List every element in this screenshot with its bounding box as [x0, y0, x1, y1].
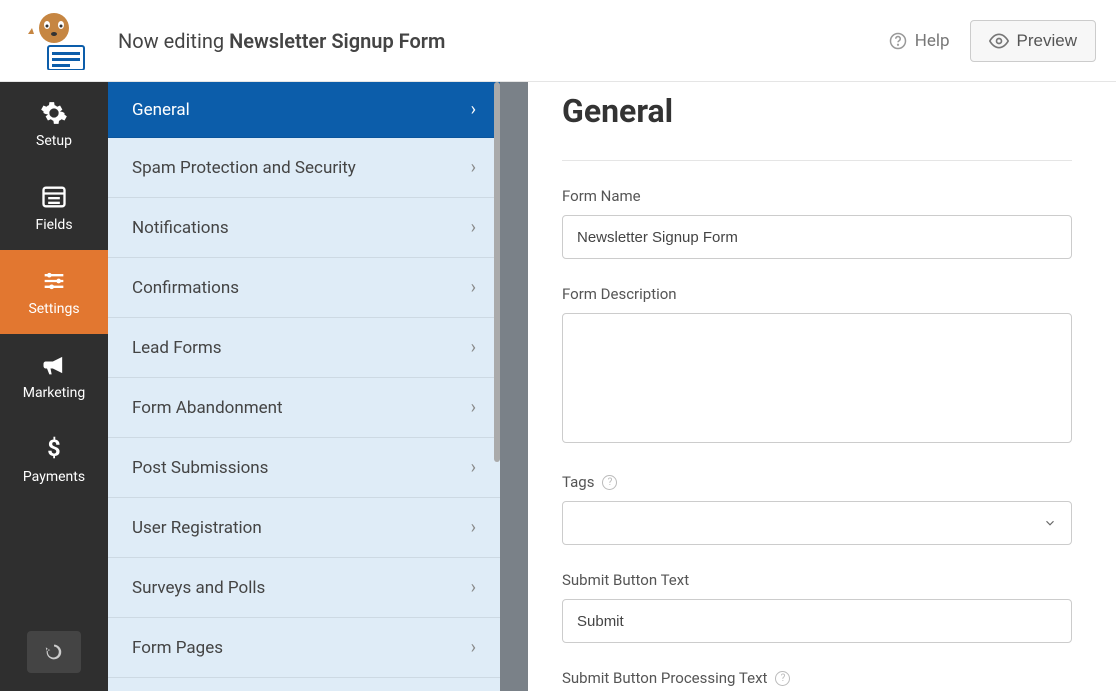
sub-item-label: Lead Forms	[132, 338, 222, 358]
help-tooltip-icon[interactable]: ?	[602, 475, 617, 490]
submit-button-processing-label: Submit Button Processing Text	[562, 669, 767, 687]
list-icon	[40, 183, 68, 211]
sub-item-label: General	[132, 100, 190, 120]
sub-item-label: Post Submissions	[132, 458, 268, 478]
chevron-right-icon: ›	[471, 277, 476, 298]
sub-item-user-registration[interactable]: User Registration ›	[108, 498, 500, 558]
sidebar-label: Payments	[23, 469, 85, 485]
chevron-right-icon: ›	[471, 99, 476, 120]
sidebar-label: Fields	[35, 217, 72, 233]
sub-item-notifications[interactable]: Notifications ›	[108, 198, 500, 258]
sub-item-form-pages[interactable]: Form Pages ›	[108, 618, 500, 678]
sub-item-general[interactable]: General ›	[108, 82, 500, 138]
chevron-right-icon: ›	[471, 157, 476, 178]
tags-label: Tags	[562, 473, 594, 491]
main-content: General Form Name Form Description Tags …	[528, 82, 1116, 691]
form-title: Newsletter Signup Form	[229, 29, 445, 53]
sub-item-label: Spam Protection and Security	[132, 158, 356, 178]
sidebar-label: Setup	[36, 133, 72, 149]
main-sidebar: Setup Fields Settings Marketing $ Paymen…	[0, 82, 108, 691]
sub-item-label: Notifications	[132, 218, 229, 238]
help-tooltip-icon[interactable]: ?	[775, 671, 790, 686]
chevron-right-icon: ›	[471, 397, 476, 418]
dollar-icon: $	[40, 435, 68, 463]
chevron-right-icon: ›	[471, 577, 476, 598]
sidebar-item-fields[interactable]: Fields	[0, 166, 108, 250]
sub-item-post-submissions[interactable]: Post Submissions ›	[108, 438, 500, 498]
preview-button[interactable]: Preview	[970, 20, 1096, 62]
sidebar-item-marketing[interactable]: Marketing	[0, 334, 108, 418]
sub-item-label: Form Pages	[132, 638, 223, 658]
settings-sub-panel: General › Spam Protection and Security ›…	[108, 82, 528, 691]
help-icon	[889, 32, 907, 50]
page-title: General	[562, 92, 1116, 130]
editing-prefix: Now editing	[118, 29, 229, 53]
sub-item-label: User Registration	[132, 518, 262, 538]
sub-item-spam[interactable]: Spam Protection and Security ›	[108, 138, 500, 198]
form-description-input[interactable]	[562, 313, 1072, 443]
submit-button-text-label: Submit Button Text	[562, 571, 1072, 589]
eye-icon	[989, 31, 1009, 51]
chevron-right-icon: ›	[471, 217, 476, 238]
submit-button-text-input[interactable]	[562, 599, 1072, 643]
chevron-right-icon: ›	[471, 337, 476, 358]
wpforms-logo[interactable]	[20, 12, 88, 70]
sub-item-label: Form Abandonment	[132, 398, 283, 418]
form-name-label: Form Name	[562, 187, 1072, 205]
chevron-right-icon: ›	[471, 637, 476, 658]
form-name-input[interactable]	[562, 215, 1072, 259]
history-button[interactable]	[27, 631, 81, 673]
editing-label: Now editing Newsletter Signup Form	[118, 29, 889, 53]
sidebar-label: Settings	[28, 301, 79, 317]
sub-item-surveys-polls[interactable]: Surveys and Polls ›	[108, 558, 500, 618]
sub-item-label: Confirmations	[132, 278, 239, 298]
svg-text:$: $	[47, 435, 60, 462]
sliders-icon	[40, 267, 68, 295]
sidebar-item-payments[interactable]: $ Payments	[0, 418, 108, 502]
gear-icon	[40, 99, 68, 127]
sub-item-label: Surveys and Polls	[132, 578, 265, 598]
sub-item-confirmations[interactable]: Confirmations ›	[108, 258, 500, 318]
tags-select[interactable]	[562, 501, 1072, 545]
sub-item-form-abandonment[interactable]: Form Abandonment ›	[108, 378, 500, 438]
bullhorn-icon	[40, 351, 68, 379]
chevron-down-icon	[1043, 516, 1057, 530]
sidebar-label: Marketing	[23, 385, 86, 401]
preview-label: Preview	[1017, 31, 1077, 51]
sidebar-item-settings[interactable]: Settings	[0, 250, 108, 334]
chevron-right-icon: ›	[471, 457, 476, 478]
history-icon	[43, 641, 65, 663]
divider	[562, 160, 1072, 161]
help-button[interactable]: Help	[889, 31, 950, 51]
sidebar-item-setup[interactable]: Setup	[0, 82, 108, 166]
sub-item-lead-forms[interactable]: Lead Forms ›	[108, 318, 500, 378]
header: Now editing Newsletter Signup Form Help …	[0, 0, 1116, 82]
form-description-label: Form Description	[562, 285, 1072, 303]
chevron-right-icon: ›	[471, 517, 476, 538]
help-label: Help	[915, 31, 950, 51]
